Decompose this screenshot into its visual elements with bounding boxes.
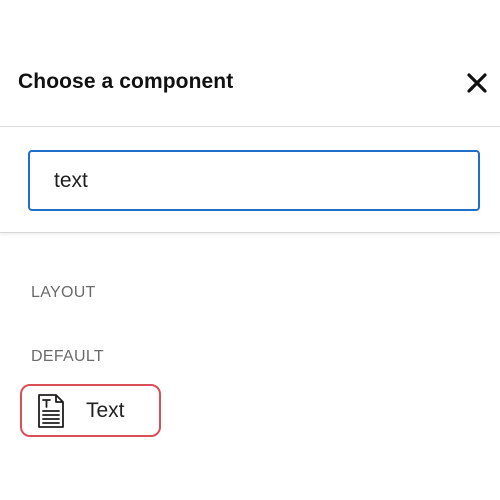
search-input[interactable] [28, 150, 480, 211]
close-button[interactable] [462, 68, 492, 98]
dialog-title: Choose a component [18, 70, 234, 93]
component-item-text[interactable]: Text [20, 384, 161, 437]
text-document-icon [36, 393, 66, 429]
search-area [0, 127, 500, 233]
dialog-header: Choose a component [0, 0, 500, 127]
component-picker-dialog: Choose a component LAYOUT DEFAULT Text [0, 0, 500, 500]
section-label-default: DEFAULT [31, 348, 104, 365]
component-item-label: Text [86, 398, 125, 422]
section-label-layout: LAYOUT [31, 284, 96, 301]
close-icon [467, 73, 487, 93]
